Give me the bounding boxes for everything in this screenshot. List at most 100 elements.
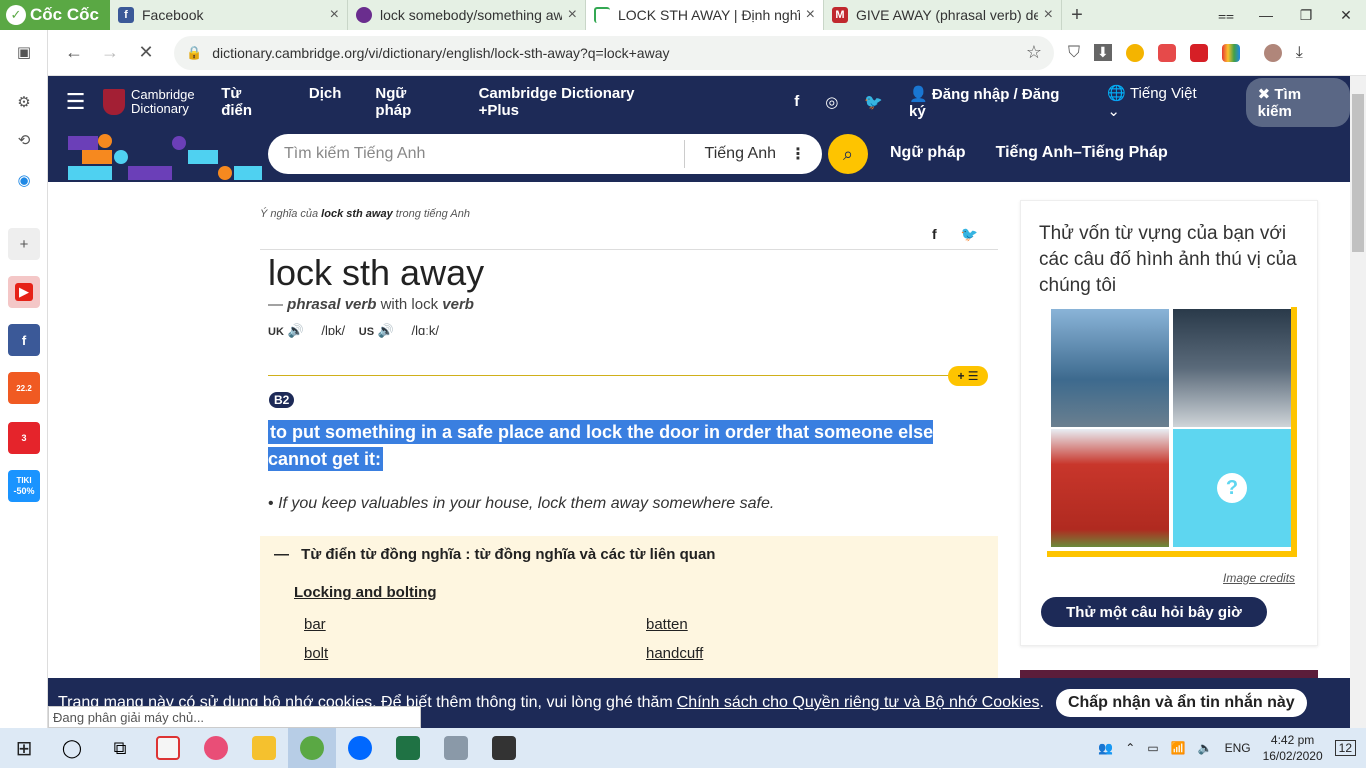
- zalo-icon[interactable]: [336, 728, 384, 768]
- history-icon[interactable]: ⟲: [8, 124, 40, 156]
- thesaurus-header[interactable]: — Từ điển từ đồng nghĩa : từ đồng nghĩa …: [274, 546, 715, 563]
- menu-icon[interactable]: ☰: [48, 89, 103, 115]
- people-icon[interactable]: 👥: [1098, 741, 1113, 755]
- nav-translate[interactable]: Dịch: [309, 85, 342, 119]
- downloads-arrow-icon[interactable]: ⤓: [1296, 44, 1303, 62]
- login-link[interactable]: 👤 Đăng nhập / Đăng ký: [909, 85, 1077, 120]
- image-credits-link[interactable]: Image credits: [1223, 571, 1295, 585]
- accept-cookies-button[interactable]: Chấp nhận và ẩn tin nhắn này: [1055, 689, 1307, 717]
- windows-start-icon[interactable]: ⊞: [0, 728, 48, 768]
- sidebar-toggle-icon[interactable]: ▣: [8, 36, 40, 68]
- tiki-icon[interactable]: TIKI -50%: [8, 470, 40, 502]
- paint-app-icon[interactable]: [144, 728, 192, 768]
- tab-lock-sth-away[interactable]: LOCK STH AWAY | Định nghĩa ×: [586, 0, 824, 30]
- twitter-icon[interactable]: 🐦: [864, 93, 883, 111]
- tab-lock-somebody[interactable]: lock somebody/something aw ×: [348, 0, 586, 30]
- picture-quiz[interactable]: ?: [1047, 307, 1297, 557]
- tab-facebook[interactable]: f Facebook ×: [110, 0, 348, 30]
- system-tray: 👥 ⌃ ▭ 📶 🔈 ENG 4:42 pm 16/02/2020 12: [1098, 732, 1366, 764]
- youtube-icon[interactable]: ▶: [8, 276, 40, 308]
- dictionary-select[interactable]: Tiếng Anh: [685, 145, 790, 163]
- shield-icon[interactable]: ⛉: [1068, 44, 1080, 62]
- color-ext-icon[interactable]: [1221, 43, 1240, 62]
- tab-give-away[interactable]: M GIVE AWAY (phrasal verb) def ×: [824, 0, 1062, 30]
- thesaurus-word[interactable]: batten: [646, 616, 688, 633]
- facebook-app-icon[interactable]: f: [8, 324, 40, 356]
- coccoc-taskbar-icon[interactable]: [288, 728, 336, 768]
- forward-button[interactable]: →: [92, 42, 128, 63]
- browser-brand[interactable]: ✓ Cốc Cốc: [0, 0, 110, 30]
- thesaurus-category[interactable]: Locking and bolting: [294, 584, 437, 601]
- search-button[interactable]: ⌕: [828, 134, 868, 174]
- coccoc-ext-icon[interactable]: [1125, 43, 1144, 62]
- nav-dictionary[interactable]: Từ điển: [221, 85, 275, 119]
- skyscrapers-image[interactable]: [1051, 309, 1169, 427]
- shopee-icon[interactable]: 22.2: [8, 372, 40, 404]
- back-button[interactable]: ←: [56, 42, 92, 63]
- cambridge-logo[interactable]: Cambridge Dictionary: [103, 88, 211, 116]
- bookmark-star-icon[interactable]: ☆: [1026, 42, 1042, 63]
- add-app-icon[interactable]: +: [8, 228, 40, 260]
- app-icon[interactable]: [432, 728, 480, 768]
- close-icon[interactable]: ×: [806, 6, 815, 24]
- profile-avatar[interactable]: [1263, 43, 1282, 62]
- excel-icon[interactable]: [384, 728, 432, 768]
- nav-grammar[interactable]: Ngữ pháp: [375, 85, 444, 119]
- globe-icon: 🌐: [1107, 85, 1127, 102]
- search-icon[interactable]: ◯: [48, 728, 96, 768]
- file-explorer-icon[interactable]: [240, 728, 288, 768]
- messenger-icon[interactable]: ◉: [8, 164, 40, 196]
- thesaurus-word[interactable]: bolt: [304, 645, 328, 662]
- uk-audio-icon[interactable]: 🔊: [288, 323, 304, 338]
- minimize-button[interactable]: —: [1246, 0, 1286, 30]
- sendo-icon[interactable]: 3: [8, 422, 40, 454]
- close-icon[interactable]: ×: [1044, 6, 1053, 24]
- stop-button[interactable]: ✕: [128, 42, 164, 63]
- download-icon[interactable]: ⬇: [1094, 44, 1112, 61]
- page-scrollbar[interactable]: [1350, 76, 1366, 728]
- nav-plus[interactable]: Cambridge Dictionary +Plus: [479, 85, 675, 119]
- us-audio-icon[interactable]: 🔊: [378, 323, 394, 338]
- wifi-icon[interactable]: 📶: [1171, 741, 1186, 755]
- privacy-policy-link[interactable]: Chính sách cho Quyền riêng tư và Bộ nhớ …: [677, 694, 1040, 712]
- facebook-icon[interactable]: f: [794, 93, 799, 111]
- task-view-icon[interactable]: ⧉: [96, 728, 144, 768]
- windmill-image[interactable]: [1173, 309, 1291, 427]
- twitter-share-icon[interactable]: 🐦: [961, 226, 978, 243]
- clock[interactable]: 4:42 pm 16/02/2020: [1263, 732, 1323, 764]
- tab-menu-icon[interactable]: ⩵: [1206, 0, 1246, 30]
- settings-icon[interactable]: ⚙: [8, 86, 40, 118]
- link-english-french[interactable]: Tiếng Anh–Tiếng Pháp: [996, 144, 1168, 162]
- thesaurus-word[interactable]: bar: [304, 616, 326, 633]
- pdf-ext-icon[interactable]: [1189, 43, 1208, 62]
- battery-icon[interactable]: ▭: [1147, 741, 1158, 755]
- thesaurus-word[interactable]: handcuff: [646, 645, 703, 662]
- snipping-app-icon[interactable]: [192, 728, 240, 768]
- mystery-tile[interactable]: ?: [1173, 429, 1291, 547]
- thesaurus-title: Từ điển từ đồng nghĩa : từ đồng nghĩa và…: [301, 546, 716, 563]
- header-search-button[interactable]: ✖ Tìm kiếm: [1245, 77, 1350, 127]
- try-quiz-button[interactable]: Thử một câu hỏi bây giờ: [1041, 597, 1267, 627]
- close-window-button[interactable]: ✕: [1326, 0, 1366, 30]
- close-icon[interactable]: ×: [568, 6, 577, 24]
- maximize-button[interactable]: ❐: [1286, 0, 1326, 30]
- more-vertical-icon[interactable]: ⋮: [790, 144, 806, 164]
- sticky-notes-icon[interactable]: [480, 728, 528, 768]
- volume-icon[interactable]: 🔈: [1198, 741, 1213, 755]
- instagram-icon[interactable]: ◎: [825, 93, 838, 111]
- link-grammar[interactable]: Ngữ pháp: [890, 144, 966, 162]
- facebook-share-icon[interactable]: f: [932, 226, 937, 243]
- extension-icons: ⛉ ⬇ ⤓: [1068, 43, 1303, 62]
- notifications-icon[interactable]: 12: [1334, 740, 1356, 756]
- add-to-list-button[interactable]: + ☰: [948, 366, 988, 386]
- barn-image[interactable]: [1051, 429, 1169, 547]
- chevron-up-icon[interactable]: ⌃: [1125, 741, 1135, 755]
- url-field[interactable]: 🔒 dictionary.cambridge.org/vi/dictionary…: [174, 35, 1054, 70]
- language-select[interactable]: 🌐 Tiếng Việt ⌄: [1107, 84, 1211, 120]
- close-icon[interactable]: ×: [330, 6, 339, 24]
- search-input[interactable]: Tìm kiếm Tiếng Anh Tiếng Anh ⋮: [268, 134, 822, 174]
- scrollbar-thumb[interactable]: [1352, 94, 1364, 252]
- adblock-icon[interactable]: [1157, 43, 1176, 62]
- language-indicator[interactable]: ENG: [1225, 741, 1251, 755]
- new-tab-button[interactable]: +: [1062, 0, 1092, 30]
